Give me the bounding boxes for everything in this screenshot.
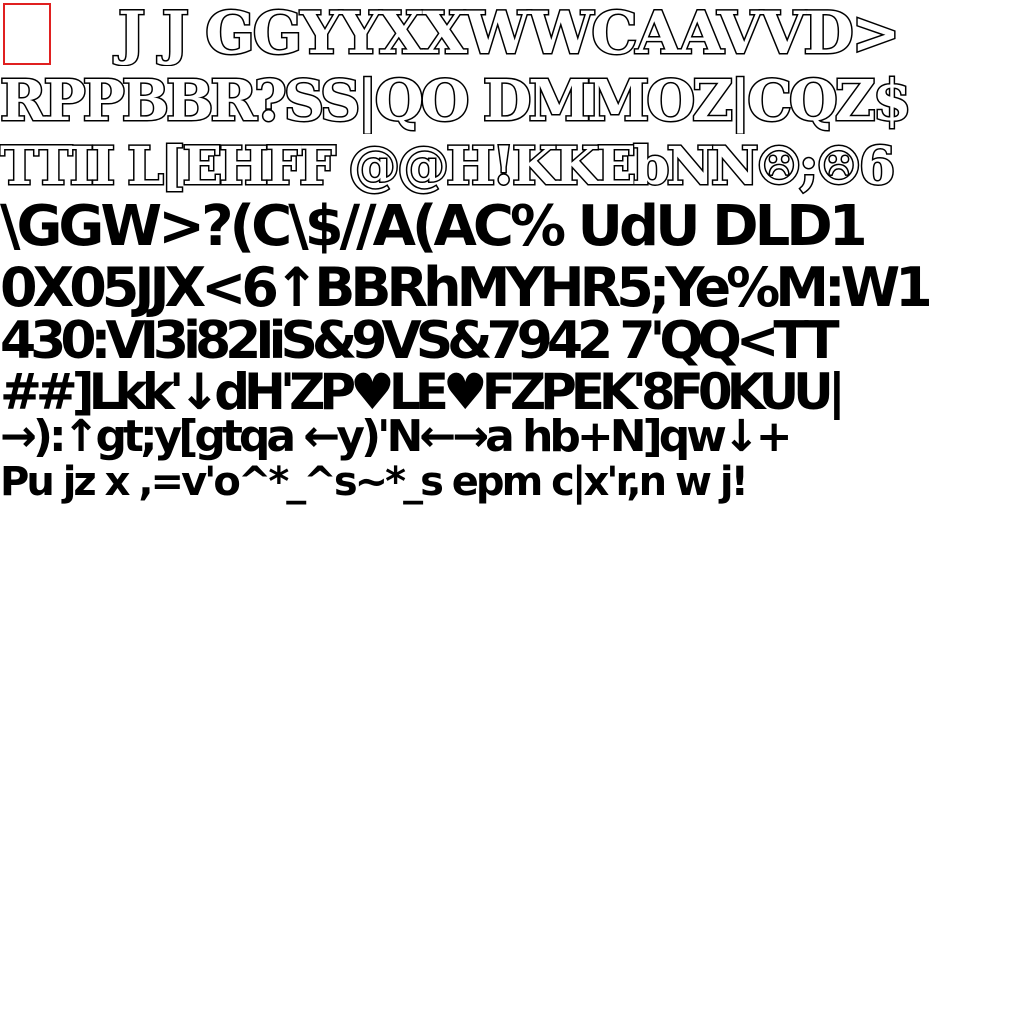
glyph-row: J J GGYYXXWWCAAVVD> bbox=[117, 0, 902, 66]
glyph-row: →):↑gt;y[gtqa ←y)'N←→a hb+N]qw↓+ bbox=[0, 412, 793, 462]
glyph-atlas: J J GGYYXXWWCAAVVD> RPPBBR?SS|QO DMMOZ|C… bbox=[0, 0, 1024, 520]
glyph-row: RPPBBR?SS|QO DMMOZ|CQZ$ bbox=[0, 68, 913, 134]
glyph-row: TTII L[EHFF @@H!KKEbNN☹;☹6 bbox=[0, 136, 897, 198]
glyph-row: 0X05JJX<6↑BBRhMYHR5;Ye%M:W1 bbox=[0, 258, 933, 318]
glyph-row: \GGW>?(C\$//A(AC% UdU DLD1 bbox=[0, 196, 868, 258]
glyph-row: 430:VI3i82IiS&9VS&7942 7'QQ<TT bbox=[0, 312, 840, 370]
glyph-row: Pu jz x ,=v'o^*_^s~*_s epm c|x'r,n w j! bbox=[0, 459, 749, 505]
